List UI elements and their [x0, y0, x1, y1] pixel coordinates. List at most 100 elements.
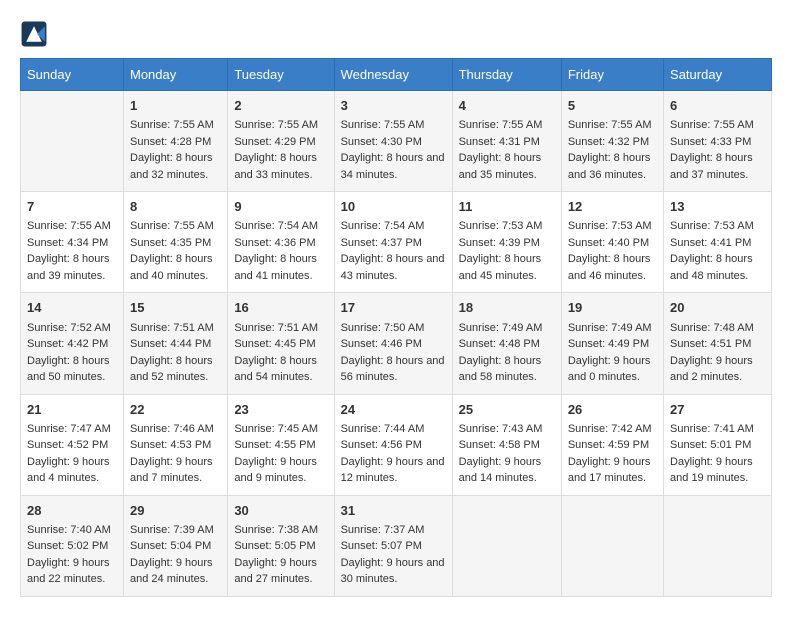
cell-info: Sunrise: 7:44 AMSunset: 4:56 PMDaylight:… — [341, 421, 446, 487]
cell-info: Sunrise: 7:55 AMSunset: 4:29 PMDaylight:… — [234, 117, 327, 183]
calendar-cell: 31 Sunrise: 7:37 AMSunset: 5:07 PMDayligh… — [334, 495, 452, 596]
date-number: 28 — [27, 502, 117, 520]
cell-info: Sunrise: 7:55 AMSunset: 4:30 PMDaylight:… — [341, 117, 446, 183]
cell-info: Sunrise: 7:40 AMSunset: 5:02 PMDaylight:… — [27, 522, 117, 588]
cell-info: Sunrise: 7:38 AMSunset: 5:05 PMDaylight:… — [234, 522, 327, 588]
cell-info: Sunrise: 7:37 AMSunset: 5:07 PMDaylight:… — [341, 522, 446, 588]
calendar-cell: 26Sunrise: 7:42 AMSunset: 4:59 PMDayligh… — [561, 394, 663, 495]
calendar-cell — [21, 91, 124, 192]
date-number: 3 — [341, 97, 446, 115]
calendar-cell: 18Sunrise: 7:49 AMSunset: 4:48 PMDayligh… — [452, 293, 561, 394]
date-number: 12 — [568, 198, 657, 216]
date-number: 11 — [459, 198, 555, 216]
header-day: Thursday — [452, 59, 561, 91]
cell-info: Sunrise: 7:43 AMSunset: 4:58 PMDaylight:… — [459, 421, 555, 487]
calendar-cell: 11Sunrise: 7:53 AMSunset: 4:39 PMDayligh… — [452, 192, 561, 293]
cell-info: Sunrise: 7:55 AMSunset: 4:34 PMDaylight:… — [27, 218, 117, 284]
cell-info: Sunrise: 7:45 AMSunset: 4:55 PMDaylight:… — [234, 421, 327, 487]
date-number: 15 — [130, 299, 221, 317]
calendar-cell: 28 Sunrise: 7:40 AMSunset: 5:02 PMDayligh… — [21, 495, 124, 596]
date-number: 18 — [459, 299, 555, 317]
date-number: 1 — [130, 97, 221, 115]
calendar-week-row: 21Sunrise: 7:47 AMSunset: 4:52 PMDayligh… — [21, 394, 772, 495]
calendar-cell: 2 Sunrise: 7:55 AMSunset: 4:29 PMDaylight… — [228, 91, 334, 192]
calendar-cell: 19 Sunrise: 7:49 AMSunset: 4:49 PMDayligh… — [561, 293, 663, 394]
header-day: Monday — [124, 59, 228, 91]
cell-info: Sunrise: 7:55 AMSunset: 4:32 PMDaylight:… — [568, 117, 657, 183]
calendar-week-row: 28 Sunrise: 7:40 AMSunset: 5:02 PMDayligh… — [21, 495, 772, 596]
calendar-cell: 9 Sunrise: 7:54 AMSunset: 4:36 PMDaylight… — [228, 192, 334, 293]
date-number: 19 — [568, 299, 657, 317]
calendar-cell: 7 Sunrise: 7:55 AMSunset: 4:34 PMDaylight… — [21, 192, 124, 293]
calendar-cell: 12 Sunrise: 7:53 AMSunset: 4:40 PMDayligh… — [561, 192, 663, 293]
calendar-header: SundayMondayTuesdayWednesdayThursdayFrid… — [21, 59, 772, 91]
calendar-cell — [664, 495, 772, 596]
cell-info: Sunrise: 7:52 AMSunset: 4:42 PMDaylight:… — [27, 320, 117, 386]
date-number: 6 — [670, 97, 765, 115]
date-number: 2 — [234, 97, 327, 115]
calendar-cell: 20 Sunrise: 7:48 AMSunset: 4:51 PMDayligh… — [664, 293, 772, 394]
date-number: 5 — [568, 97, 657, 115]
header-day: Saturday — [664, 59, 772, 91]
calendar-cell: 4Sunrise: 7:55 AMSunset: 4:31 PMDaylight… — [452, 91, 561, 192]
date-number: 29 — [130, 502, 221, 520]
date-number: 8 — [130, 198, 221, 216]
cell-info: Sunrise: 7:41 AMSunset: 5:01 PMDaylight:… — [670, 421, 765, 487]
calendar-cell: 14Sunrise: 7:52 AMSunset: 4:42 PMDayligh… — [21, 293, 124, 394]
cell-info: Sunrise: 7:39 AMSunset: 5:04 PMDaylight:… — [130, 522, 221, 588]
header-day: Friday — [561, 59, 663, 91]
calendar-week-row: 1 Sunrise: 7:55 AMSunset: 4:28 PMDaylight… — [21, 91, 772, 192]
date-number: 27 — [670, 401, 765, 419]
calendar-cell: 5 Sunrise: 7:55 AMSunset: 4:32 PMDaylight… — [561, 91, 663, 192]
date-number: 21 — [27, 401, 117, 419]
cell-info: Sunrise: 7:50 AMSunset: 4:46 PMDaylight:… — [341, 320, 446, 386]
calendar-cell: 8 Sunrise: 7:55 AMSunset: 4:35 PMDaylight… — [124, 192, 228, 293]
date-number: 23 — [234, 401, 327, 419]
date-number: 22 — [130, 401, 221, 419]
calendar-cell — [561, 495, 663, 596]
cell-info: Sunrise: 7:55 AMSunset: 4:33 PMDaylight:… — [670, 117, 765, 183]
header-day: Tuesday — [228, 59, 334, 91]
cell-info: Sunrise: 7:51 AMSunset: 4:44 PMDaylight:… — [130, 320, 221, 386]
calendar-week-row: 14Sunrise: 7:52 AMSunset: 4:42 PMDayligh… — [21, 293, 772, 394]
calendar-body: 1 Sunrise: 7:55 AMSunset: 4:28 PMDaylight… — [21, 91, 772, 597]
cell-info: Sunrise: 7:49 AMSunset: 4:49 PMDaylight:… — [568, 320, 657, 386]
calendar-cell: 16Sunrise: 7:51 AMSunset: 4:45 PMDayligh… — [228, 293, 334, 394]
calendar-cell: 29 Sunrise: 7:39 AMSunset: 5:04 PMDayligh… — [124, 495, 228, 596]
calendar-cell: 15 Sunrise: 7:51 AMSunset: 4:44 PMDayligh… — [124, 293, 228, 394]
calendar-cell: 3 Sunrise: 7:55 AMSunset: 4:30 PMDaylight… — [334, 91, 452, 192]
date-number: 20 — [670, 299, 765, 317]
date-number: 13 — [670, 198, 765, 216]
calendar-cell: 13 Sunrise: 7:53 AMSunset: 4:41 PMDayligh… — [664, 192, 772, 293]
date-number: 30 — [234, 502, 327, 520]
date-number: 17 — [341, 299, 446, 317]
cell-info: Sunrise: 7:48 AMSunset: 4:51 PMDaylight:… — [670, 320, 765, 386]
date-number: 24 — [341, 401, 446, 419]
calendar-week-row: 7 Sunrise: 7:55 AMSunset: 4:34 PMDaylight… — [21, 192, 772, 293]
date-number: 7 — [27, 198, 117, 216]
date-number: 16 — [234, 299, 327, 317]
cell-info: Sunrise: 7:53 AMSunset: 4:40 PMDaylight:… — [568, 218, 657, 284]
cell-info: Sunrise: 7:53 AMSunset: 4:41 PMDaylight:… — [670, 218, 765, 284]
date-number: 9 — [234, 198, 327, 216]
logo-icon — [20, 20, 48, 48]
cell-info: Sunrise: 7:55 AMSunset: 4:28 PMDaylight:… — [130, 117, 221, 183]
calendar-cell — [452, 495, 561, 596]
calendar-cell: 1 Sunrise: 7:55 AMSunset: 4:28 PMDaylight… — [124, 91, 228, 192]
logo — [20, 20, 52, 48]
date-number: 4 — [459, 97, 555, 115]
date-number: 31 — [341, 502, 446, 520]
cell-info: Sunrise: 7:54 AMSunset: 4:36 PMDaylight:… — [234, 218, 327, 284]
cell-info: Sunrise: 7:54 AMSunset: 4:37 PMDaylight:… — [341, 218, 446, 284]
calendar-cell: 24 Sunrise: 7:44 AMSunset: 4:56 PMDayligh… — [334, 394, 452, 495]
calendar-cell: 23 Sunrise: 7:45 AMSunset: 4:55 PMDayligh… — [228, 394, 334, 495]
cell-info: Sunrise: 7:55 AMSunset: 4:35 PMDaylight:… — [130, 218, 221, 284]
cell-info: Sunrise: 7:42 AMSunset: 4:59 PMDaylight:… — [568, 421, 657, 487]
calendar-cell: 17 Sunrise: 7:50 AMSunset: 4:46 PMDayligh… — [334, 293, 452, 394]
cell-info: Sunrise: 7:46 AMSunset: 4:53 PMDaylight:… — [130, 421, 221, 487]
calendar-cell: 21Sunrise: 7:47 AMSunset: 4:52 PMDayligh… — [21, 394, 124, 495]
date-number: 10 — [341, 198, 446, 216]
calendar-table: SundayMondayTuesdayWednesdayThursdayFrid… — [20, 58, 772, 597]
calendar-cell: 25Sunrise: 7:43 AMSunset: 4:58 PMDayligh… — [452, 394, 561, 495]
header-day: Wednesday — [334, 59, 452, 91]
